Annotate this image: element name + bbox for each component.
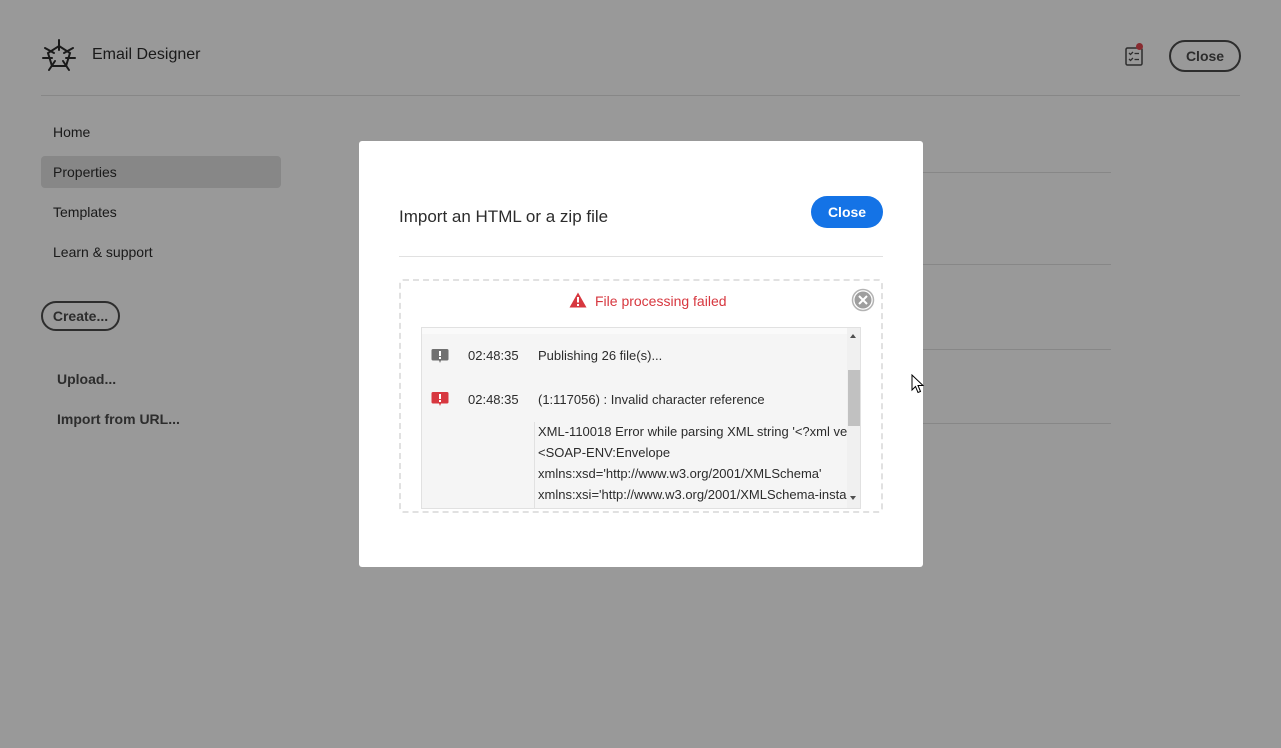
log-scrollbar[interactable] [847,328,860,508]
log-row: 02:48:35 Publishing 26 file(s)... [422,334,847,379]
dialog-divider [399,256,883,257]
detail-gutter [422,422,535,508]
dialog-title: Import an HTML or a zip file [399,207,609,226]
error-badge-icon [431,392,449,406]
log-time: 02:48:35 [468,348,519,363]
import-dialog: Import an HTML or a zip file Close File … [359,141,923,567]
detail-line: xmlns:xsd='http://www.w3.org/2001/XMLSch… [538,466,822,481]
dialog-close-button[interactable]: Close [811,196,883,228]
alert-triangle-icon [569,292,587,308]
log-message: (1:117056) : Invalid character reference [538,392,765,407]
log-detail: XML-110018 Error while parsing XML strin… [422,422,860,508]
log-message: Publishing 26 file(s)... [538,348,663,363]
scroll-up-arrow-icon[interactable] [850,334,856,338]
detail-line: xmlns:xsi='http://www.w3.org/2001/XMLSch… [538,487,847,502]
file-drop-zone[interactable]: File processing failed 02:48:35 Publishi… [399,279,883,513]
log-row: 02:48:35 (1:117056) : Invalid character … [422,378,847,423]
log-panel[interactable]: 02:48:35 Publishing 26 file(s)... 02:48:… [421,327,861,509]
scroll-thumb[interactable] [848,370,860,426]
info-badge-icon [431,349,449,363]
detail-line: <SOAP-ENV:Envelope [538,445,671,460]
status-text: File processing failed [595,293,727,309]
mouse-pointer-icon [911,374,925,394]
scroll-down-arrow-icon[interactable] [850,496,856,500]
log-time: 02:48:35 [468,392,519,407]
close-circle-icon[interactable] [851,288,875,312]
detail-line: XML-110018 Error while parsing XML strin… [538,424,861,439]
app-window: Email Designer Close Home Properties Tem… [0,0,1281,748]
